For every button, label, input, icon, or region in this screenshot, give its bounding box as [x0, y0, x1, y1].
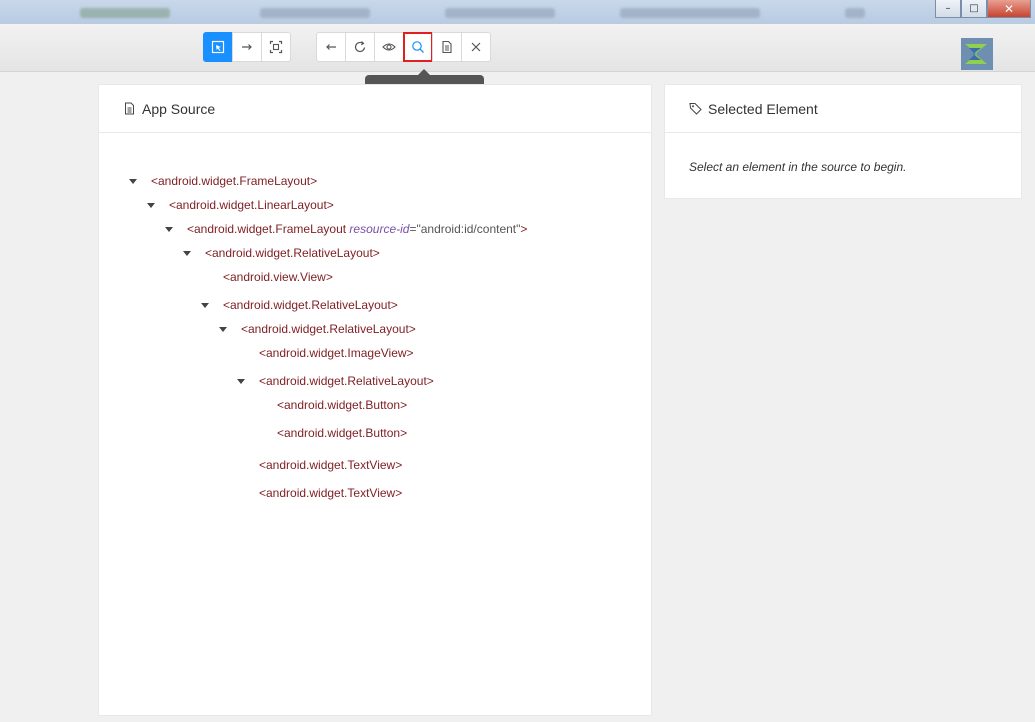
- swipe-button[interactable]: [232, 32, 262, 62]
- app-source-panel: App Source <android.widget.FrameLayout> <…: [98, 84, 652, 716]
- tap-coordinates-button[interactable]: [261, 32, 291, 62]
- quit-session-button[interactable]: [461, 32, 491, 62]
- file-text-icon: [125, 102, 134, 115]
- tree-node[interactable]: <android.widget.FrameLayout>: [151, 173, 317, 189]
- tree-node[interactable]: <android.widget.TextView>: [259, 485, 402, 501]
- tree-node-tag: <android.view.View>: [223, 270, 333, 284]
- selected-element-title: Selected Element: [708, 100, 818, 117]
- tree-node[interactable]: <android.widget.RelativeLayout>: [205, 245, 380, 261]
- copy-xml-button[interactable]: [432, 32, 462, 62]
- minimize-button[interactable]: –: [935, 0, 961, 18]
- reload-icon: [354, 41, 366, 53]
- tree-node[interactable]: <android.widget.TextView>: [259, 457, 402, 473]
- search-icon: [412, 41, 424, 53]
- close-window-button[interactable]: ✕: [987, 0, 1031, 18]
- tree-node-tag: <android.widget.TextView>: [259, 486, 403, 500]
- app-source-header: App Source: [99, 85, 651, 133]
- tree-node[interactable]: <android.widget.Button>: [277, 397, 407, 413]
- window-title-bar: – □ ✕: [0, 0, 1035, 24]
- window-controls: – □ ✕: [935, 0, 1031, 19]
- tree-node-tag: <android.widget.FrameLayout: [187, 222, 347, 236]
- selected-element-panel: Selected Element Select an element in th…: [664, 84, 1022, 199]
- inspector-toolbar: [0, 24, 1035, 72]
- tree-node-tag: <android.widget.RelativeLayout>: [241, 322, 416, 336]
- tree-node[interactable]: <android.widget.RelativeLayout>: [223, 297, 398, 313]
- tag-icon: [689, 103, 702, 115]
- arrow-right-icon: [242, 44, 252, 50]
- tree-expand-caret[interactable]: [219, 327, 227, 332]
- appium-logo: [961, 38, 993, 70]
- tree-node[interactable]: <android.widget.FrameLayout resource-id=…: [187, 221, 527, 237]
- tree-expand-caret[interactable]: [129, 179, 137, 184]
- tree-node[interactable]: <android.widget.ImageView>: [259, 345, 414, 361]
- select-elements-button[interactable]: [203, 32, 233, 62]
- tree-expand-caret[interactable]: [183, 251, 191, 256]
- focus-frame-icon: [269, 40, 283, 54]
- file-icon: [442, 40, 452, 54]
- search-element-button[interactable]: [403, 32, 433, 62]
- tree-expand-caret[interactable]: [147, 203, 155, 208]
- maximize-button[interactable]: □: [961, 0, 987, 18]
- back-button[interactable]: [316, 32, 346, 62]
- tree-node-tag: <android.widget.FrameLayout>: [151, 174, 318, 188]
- select-icon: [211, 40, 225, 54]
- tree-node[interactable]: <android.widget.RelativeLayout>: [241, 321, 416, 337]
- tree-node-tag: <android.widget.RelativeLayout>: [205, 246, 380, 260]
- tree-node-tag: <android.widget.Button>: [277, 426, 408, 440]
- mode-button-group: [203, 32, 291, 62]
- app-source-title: App Source: [142, 100, 216, 117]
- tree-node-attr-name: resource-id: [346, 222, 410, 236]
- tree-node-tag: <android.widget.ImageView>: [259, 346, 414, 360]
- tree-node[interactable]: <android.widget.LinearLayout>: [169, 197, 334, 213]
- tree-expand-caret[interactable]: [237, 379, 245, 384]
- refresh-button[interactable]: [345, 32, 375, 62]
- recorder-button[interactable]: [374, 32, 404, 62]
- tree-node[interactable]: <android.widget.RelativeLayout>: [259, 373, 434, 389]
- tree-expand-caret[interactable]: [165, 227, 173, 232]
- action-button-group: [316, 32, 491, 62]
- selected-element-hint: Select an element in the source to begin…: [689, 160, 907, 174]
- tree-node-tag: <android.widget.TextView>: [259, 458, 403, 472]
- tree-node-tag: <android.widget.Button>: [277, 398, 408, 412]
- selected-element-header: Selected Element: [665, 85, 1021, 133]
- arrow-left-icon: [326, 44, 336, 50]
- tree-node[interactable]: <android.view.View>: [223, 269, 333, 285]
- tree-node-tag: <android.widget.RelativeLayout>: [223, 298, 398, 312]
- tree-node-attr-value: "android:id/content": [416, 222, 521, 236]
- tree-node[interactable]: <android.widget.Button>: [277, 425, 407, 441]
- tree-node-tag: <android.widget.RelativeLayout>: [259, 374, 434, 388]
- tree-node-tag: <android.widget.LinearLayout>: [169, 198, 334, 212]
- close-icon: [471, 42, 481, 52]
- tree-node-tag-close: >: [520, 222, 528, 236]
- tree-expand-caret[interactable]: [201, 303, 209, 308]
- eye-icon: [382, 43, 396, 51]
